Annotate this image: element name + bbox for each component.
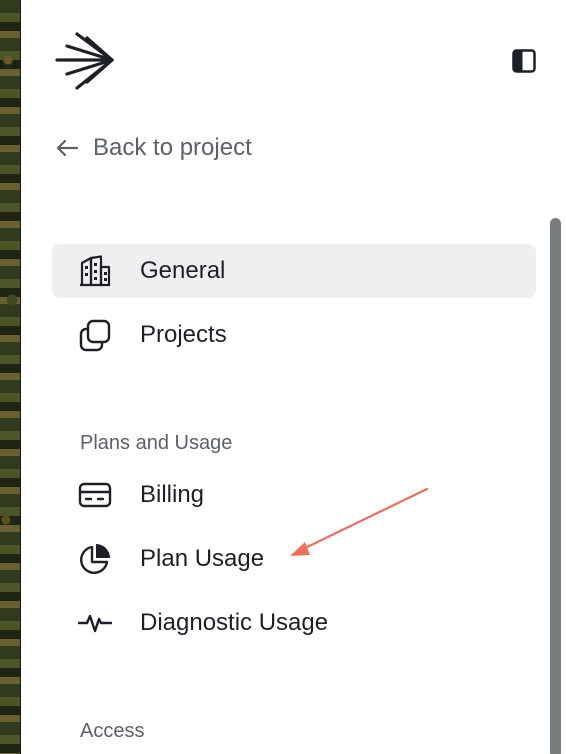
section-label-plans-and-usage: Plans and Usage <box>80 432 233 454</box>
sidebar-item-general[interactable]: General <box>52 244 536 298</box>
sidebar-scrollbar[interactable] <box>550 218 561 754</box>
sidebar-item-projects[interactable]: Projects <box>52 308 536 362</box>
activity-pulse-icon <box>78 606 112 640</box>
sidebar-item-label: General <box>140 257 226 284</box>
credit-card-icon <box>78 478 112 512</box>
arrow-left-icon <box>56 139 79 157</box>
page: Back to project General Projects Plans a… <box>0 0 566 754</box>
background-photo-edge <box>0 0 21 754</box>
sidebar-item-label: Diagnostic Usage <box>140 609 329 636</box>
back-to-project-link[interactable]: Back to project <box>55 132 252 164</box>
sidebar-item-plan-usage[interactable]: Plan Usage <box>52 532 536 586</box>
asterisk-burst-logo-icon[interactable] <box>55 32 115 90</box>
sidebar-toggle-icon <box>512 49 536 73</box>
sidebar-item-diagnostic-usage[interactable]: Diagnostic Usage <box>52 596 536 650</box>
sidebar-item-label: Billing <box>140 481 205 508</box>
section-label-access: Access <box>80 720 145 742</box>
settings-sidebar: Back to project General Projects Plans a… <box>21 0 566 754</box>
sidebar-item-billing[interactable]: Billing <box>52 468 536 522</box>
sidebar-item-label: Plan Usage <box>140 545 265 572</box>
sidebar-item-label: Projects <box>140 321 227 348</box>
back-link-label: Back to project <box>93 134 252 161</box>
building-icon <box>78 254 112 288</box>
stacked-squares-icon <box>78 318 112 352</box>
sidebar-toggle-button[interactable] <box>511 48 537 74</box>
pie-chart-icon <box>78 542 112 576</box>
